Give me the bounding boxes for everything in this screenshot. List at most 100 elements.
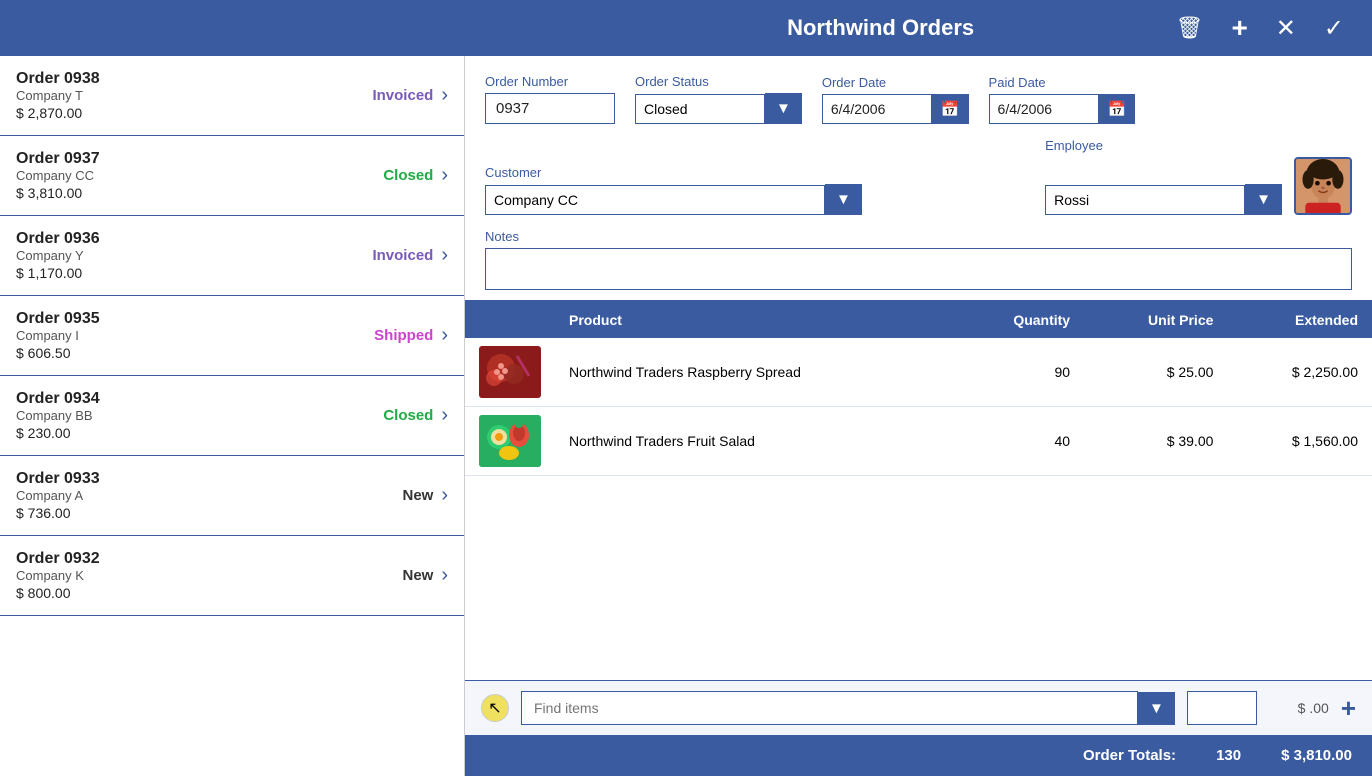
chevron-right-icon: › bbox=[441, 84, 448, 107]
order-company: Company T bbox=[16, 88, 343, 103]
order-company: Company K bbox=[16, 568, 343, 583]
find-items-wrapper: ▼ bbox=[521, 691, 1175, 725]
unit-price-cell: $ 25.00 bbox=[1084, 338, 1227, 407]
quantity-input[interactable] bbox=[1187, 691, 1257, 725]
customer-label: Customer bbox=[485, 165, 1025, 180]
form-row-2: Customer Company CC Company T Company Y … bbox=[485, 138, 1352, 215]
paid-date-label: Paid Date bbox=[989, 75, 1136, 90]
employee-avatar bbox=[1294, 157, 1352, 215]
order-status: Shipped bbox=[343, 327, 433, 344]
order-amount: $ 1,170.00 bbox=[16, 265, 343, 281]
extended-cell: $ 2,250.00 bbox=[1227, 338, 1372, 407]
list-item[interactable]: Order 0938 Company T $ 2,870.00 Invoiced… bbox=[0, 56, 464, 136]
order-list: Order 0938 Company T $ 2,870.00 Invoiced… bbox=[0, 56, 465, 776]
chevron-right-icon: › bbox=[441, 404, 448, 427]
order-date-label: Order Date bbox=[822, 75, 969, 90]
close-button[interactable]: ✕ bbox=[1268, 10, 1304, 47]
list-item[interactable]: Order 0932 Company K $ 800.00 New › bbox=[0, 536, 464, 616]
col-product-img bbox=[465, 302, 555, 338]
employee-select-wrapper: Rossi ▼ bbox=[1045, 184, 1282, 215]
list-item[interactable]: Order 0934 Company BB $ 230.00 Closed › bbox=[0, 376, 464, 456]
col-unit-price: Unit Price bbox=[1084, 302, 1227, 338]
table-row[interactable]: Northwind Traders Raspberry Spread 90 $ … bbox=[465, 338, 1372, 407]
cursor-indicator: ↖ bbox=[481, 694, 509, 722]
chevron-right-icon: › bbox=[441, 324, 448, 347]
quantity-cell: 40 bbox=[954, 407, 1084, 476]
order-company: Company CC bbox=[16, 168, 343, 183]
order-totals-amount: $ 3,810.00 bbox=[1281, 747, 1352, 764]
order-number: Order 0933 bbox=[16, 470, 343, 488]
find-items-dropdown-btn[interactable]: ▼ bbox=[1138, 692, 1175, 725]
add-item-button[interactable]: + bbox=[1341, 693, 1356, 724]
order-status-group: Order Status Closed Invoiced Shipped New… bbox=[635, 74, 802, 124]
notes-input[interactable] bbox=[485, 248, 1352, 290]
list-item[interactable]: Order 0937 Company CC $ 3,810.00 Closed … bbox=[0, 136, 464, 216]
order-amount: $ 800.00 bbox=[16, 585, 343, 601]
add-order-button[interactable]: + bbox=[1223, 8, 1255, 48]
order-amount: $ 736.00 bbox=[16, 505, 343, 521]
order-status: New bbox=[343, 567, 433, 584]
order-info: Order 0935 Company I $ 606.50 bbox=[16, 310, 343, 361]
product-img-cell bbox=[465, 407, 555, 476]
table-header-row: Product Quantity Unit Price Extended bbox=[465, 302, 1372, 338]
table-row[interactable]: Northwind Traders Fruit Salad 40 $ 39.00… bbox=[465, 407, 1372, 476]
app-title: Northwind Orders bbox=[594, 15, 1168, 41]
confirm-button[interactable]: ✓ bbox=[1316, 10, 1352, 47]
order-date-group: Order Date 📅 bbox=[822, 75, 969, 124]
order-date-calendar-btn[interactable]: 📅 bbox=[932, 94, 969, 124]
order-number: Order 0936 bbox=[16, 230, 343, 248]
order-amount: $ 230.00 bbox=[16, 425, 343, 441]
order-totals-label: Order Totals: bbox=[1083, 747, 1176, 764]
col-product-name: Product bbox=[555, 302, 954, 338]
order-amount: $ 2,870.00 bbox=[16, 105, 343, 121]
order-status: Invoiced bbox=[343, 247, 433, 264]
employee-section: Rossi ▼ bbox=[1045, 157, 1352, 215]
list-item[interactable]: Order 0935 Company I $ 606.50 Shipped › bbox=[0, 296, 464, 376]
order-amount: $ 606.50 bbox=[16, 345, 343, 361]
col-extended: Extended bbox=[1227, 302, 1372, 338]
chevron-right-icon: › bbox=[441, 244, 448, 267]
order-status: New bbox=[343, 487, 433, 504]
customer-select[interactable]: Company CC Company T Company Y Company I… bbox=[485, 185, 825, 215]
order-number-label: Order Number bbox=[485, 74, 615, 89]
list-item[interactable]: Order 0933 Company A $ 736.00 New › bbox=[0, 456, 464, 536]
order-status: Closed bbox=[343, 167, 433, 184]
order-info: Order 0937 Company CC $ 3,810.00 bbox=[16, 150, 343, 201]
order-number: Order 0935 bbox=[16, 310, 343, 328]
employee-group: Employee Rossi ▼ bbox=[1045, 138, 1352, 215]
order-info: Order 0933 Company A $ 736.00 bbox=[16, 470, 343, 521]
employee-dropdown-btn[interactable]: ▼ bbox=[1245, 184, 1282, 215]
order-number: Order 0937 bbox=[16, 150, 343, 168]
customer-dropdown-btn[interactable]: ▼ bbox=[825, 184, 862, 215]
paid-date-input[interactable] bbox=[989, 94, 1099, 124]
paid-date-group: Paid Date 📅 bbox=[989, 75, 1136, 124]
order-number: Order 0932 bbox=[16, 550, 343, 568]
order-status-select-wrapper: Closed Invoiced Shipped New ▼ bbox=[635, 93, 802, 124]
employee-select[interactable]: Rossi bbox=[1045, 185, 1245, 215]
bottom-bar: ↖ ▼ $ .00 + bbox=[465, 680, 1372, 735]
order-info: Order 0938 Company T $ 2,870.00 bbox=[16, 70, 343, 121]
quantity-cell: 90 bbox=[954, 338, 1084, 407]
delete-button[interactable]: 🗑 bbox=[1168, 11, 1212, 45]
col-quantity: Quantity bbox=[954, 302, 1084, 338]
order-status-select[interactable]: Closed Invoiced Shipped New bbox=[635, 94, 765, 124]
order-status-dropdown-btn[interactable]: ▼ bbox=[765, 93, 802, 124]
order-date-wrapper: 📅 bbox=[822, 94, 969, 124]
order-date-input[interactable] bbox=[822, 94, 932, 124]
product-table: Product Quantity Unit Price Extended bbox=[465, 302, 1372, 476]
order-info: Order 0932 Company K $ 800.00 bbox=[16, 550, 343, 601]
chevron-right-icon: › bbox=[441, 564, 448, 587]
header-icons: 🗑 + ✕ ✓ bbox=[1168, 8, 1353, 48]
chevron-right-icon: › bbox=[441, 164, 448, 187]
paid-date-calendar-btn[interactable]: 📅 bbox=[1099, 94, 1136, 124]
order-status-label: Order Status bbox=[635, 74, 802, 89]
order-number-input[interactable] bbox=[485, 93, 615, 124]
product-image bbox=[479, 346, 541, 398]
product-name-cell: Northwind Traders Fruit Salad bbox=[555, 407, 954, 476]
order-info: Order 0934 Company BB $ 230.00 bbox=[16, 390, 343, 441]
list-item[interactable]: Order 0936 Company Y $ 1,170.00 Invoiced… bbox=[0, 216, 464, 296]
extended-cell: $ 1,560.00 bbox=[1227, 407, 1372, 476]
order-info: Order 0936 Company Y $ 1,170.00 bbox=[16, 230, 343, 281]
product-image bbox=[479, 415, 541, 467]
find-items-input[interactable] bbox=[521, 691, 1138, 725]
